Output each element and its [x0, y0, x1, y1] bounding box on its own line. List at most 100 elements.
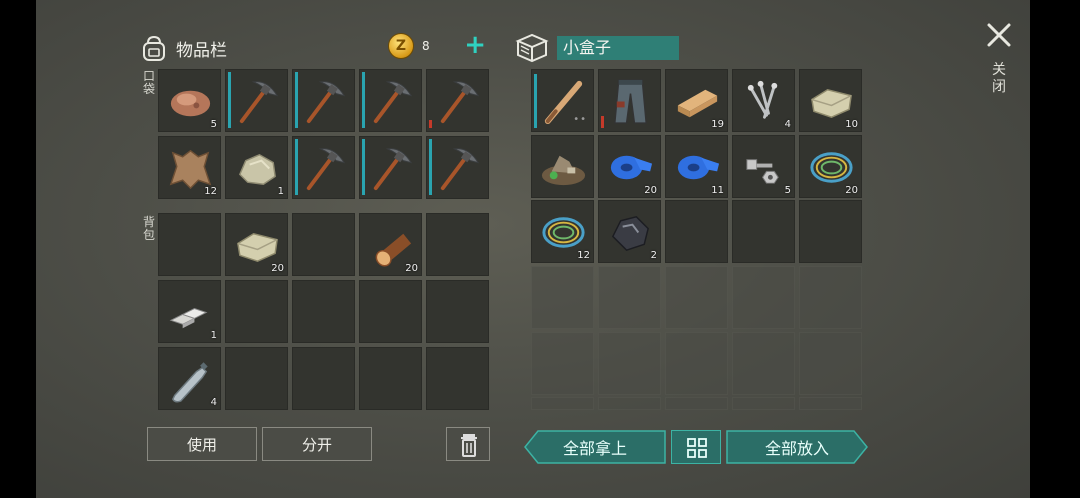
item-slot[interactable]: 5	[158, 69, 221, 132]
item-slot[interactable]	[292, 69, 355, 132]
empty-slot[interactable]	[732, 200, 795, 263]
item-quantity: 1	[210, 330, 217, 341]
item-quantity: 5	[210, 119, 217, 130]
empty-slot[interactable]	[799, 332, 862, 395]
durability-bar	[429, 120, 432, 128]
empty-slot[interactable]	[292, 213, 355, 276]
take-all-label: 全部拿上	[562, 439, 627, 458]
item-slot[interactable]: 12	[158, 136, 221, 199]
item-slot[interactable]: 4	[732, 69, 795, 132]
sort-grid-button[interactable]	[671, 430, 721, 464]
item-slot[interactable]: 5	[732, 135, 795, 198]
screen-edge-left	[0, 0, 36, 498]
pickaxe-icon	[306, 148, 346, 191]
screen-edge-right	[1030, 0, 1080, 498]
trash-button[interactable]	[446, 427, 490, 461]
empty-slot[interactable]	[598, 332, 661, 395]
item-quantity: 11	[711, 185, 724, 196]
empty-slot[interactable]	[799, 266, 862, 329]
iron-bar-icon	[169, 308, 208, 329]
item-slot[interactable]: 20	[598, 135, 661, 198]
item-slot[interactable]	[359, 136, 422, 199]
empty-slot[interactable]	[799, 200, 862, 263]
item-quantity: 12	[577, 250, 590, 261]
empty-slot[interactable]	[665, 397, 728, 410]
item-slot[interactable]: 1	[158, 280, 221, 343]
put-all-button[interactable]: 全部放入	[726, 430, 868, 464]
empty-slot[interactable]	[359, 280, 422, 343]
item-slot[interactable]: 20	[359, 213, 422, 276]
empty-slot[interactable]	[732, 332, 795, 395]
split-button-label: 分开	[301, 435, 332, 454]
empty-slot[interactable]	[292, 347, 355, 410]
empty-slot[interactable]	[665, 200, 728, 263]
empty-slot[interactable]	[426, 347, 489, 410]
box-header: 小盒子	[515, 33, 679, 63]
empty-slot[interactable]	[426, 280, 489, 343]
empty-slot[interactable]	[225, 280, 288, 343]
coin-icon: Z	[388, 33, 414, 59]
rock-icon	[238, 153, 276, 185]
pickaxe-icon	[306, 81, 346, 124]
close-icon[interactable]	[986, 22, 1012, 48]
item-slot[interactable]	[359, 69, 422, 132]
item-slot[interactable]: 20	[799, 135, 862, 198]
durability-bar	[429, 139, 432, 195]
empty-slot[interactable]	[598, 397, 661, 410]
empty-slot[interactable]	[732, 397, 795, 410]
item-slot[interactable]: 10	[799, 69, 862, 132]
use-button[interactable]: 使用	[147, 427, 257, 461]
backpack-icon	[143, 35, 165, 61]
ore-icon	[611, 215, 649, 251]
pants-icon	[614, 79, 647, 124]
coin-counter: Z 8 +	[388, 32, 490, 60]
item-quantity: 20	[271, 263, 284, 274]
item-slot[interactable]: 12	[531, 200, 594, 263]
add-coins-button[interactable]: +	[464, 32, 486, 58]
item-quantity: 12	[204, 186, 217, 197]
attachment-dots: ••	[573, 114, 587, 125]
item-slot[interactable]: 19	[665, 69, 728, 132]
backpack-label: 背包	[142, 215, 155, 242]
item-slot[interactable]	[531, 135, 594, 198]
item-slot[interactable]	[598, 69, 661, 132]
take-all-button[interactable]: 全部拿上	[524, 430, 666, 464]
empty-slot[interactable]	[531, 266, 594, 329]
empty-slot[interactable]	[531, 397, 594, 410]
item-slot[interactable]: 1	[225, 136, 288, 199]
empty-slot[interactable]	[426, 213, 489, 276]
pickaxe-icon	[239, 81, 279, 124]
empty-slot[interactable]	[292, 280, 355, 343]
item-quantity: 4	[210, 397, 217, 408]
inventory-title: 物品栏	[176, 40, 227, 61]
item-slot[interactable]	[225, 69, 288, 132]
durability-bar	[601, 116, 604, 128]
item-slot[interactable]: 4	[158, 347, 221, 410]
empty-slot[interactable]	[225, 347, 288, 410]
split-button[interactable]: 分开	[262, 427, 372, 461]
trash-icon	[461, 434, 477, 457]
grid-icon	[687, 438, 707, 458]
empty-slot[interactable]	[665, 266, 728, 329]
item-slot[interactable]: ••	[531, 69, 594, 132]
empty-slot[interactable]	[158, 213, 221, 276]
empty-slot[interactable]	[799, 397, 862, 410]
item-slot[interactable]: 20	[225, 213, 288, 276]
box-icon	[515, 33, 549, 63]
empty-slot[interactable]	[598, 266, 661, 329]
stone-icon	[170, 90, 211, 117]
item-quantity: 19	[711, 119, 724, 130]
item-slot[interactable]	[426, 136, 489, 199]
empty-slot[interactable]	[531, 332, 594, 395]
item-slot[interactable]	[426, 69, 489, 132]
close-label[interactable]: 关闭	[990, 62, 1008, 96]
empty-slot[interactable]	[732, 266, 795, 329]
item-slot[interactable]	[292, 136, 355, 199]
box-name-field[interactable]: 小盒子	[557, 36, 679, 60]
item-slot[interactable]: 2	[598, 200, 661, 263]
empty-slot[interactable]	[665, 332, 728, 395]
item-slot[interactable]: 11	[665, 135, 728, 198]
empty-slot[interactable]	[359, 347, 422, 410]
scrap-pile-icon	[541, 155, 586, 186]
use-button-label: 使用	[186, 435, 217, 454]
